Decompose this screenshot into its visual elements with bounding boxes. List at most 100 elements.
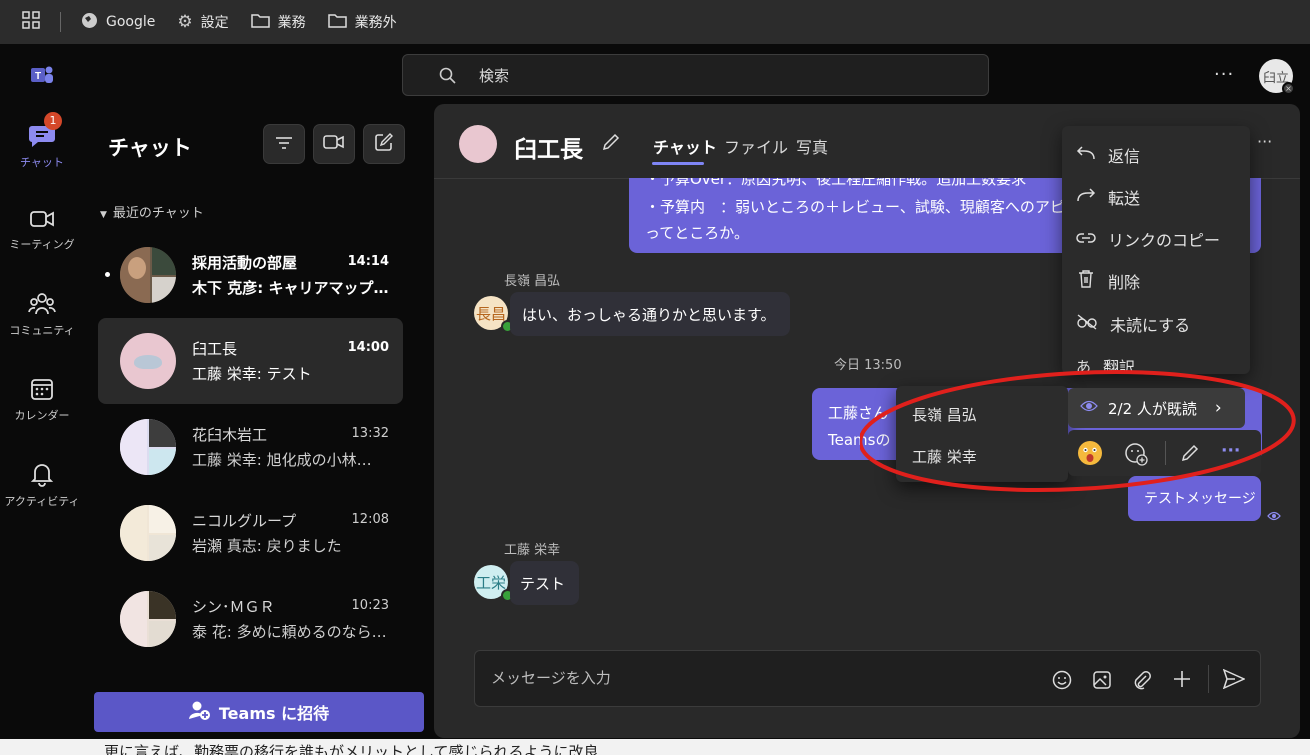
menu-item-copy-link[interactable]: リンクのコピー [1076,227,1220,251]
chat-list-item-selected[interactable]: 臼工長 14:00 工藤 栄幸: テスト [98,318,403,404]
group-avatar [120,333,176,389]
bookmark-label: Google [106,14,156,30]
tab-files[interactable]: ファイル [724,134,788,158]
calendar-icon [0,377,84,401]
more-options-icon[interactable]: ··· [1214,64,1234,85]
document-text: 更に言えば、勤務票の移行を誰もがメリットとして感じられるように改良 [104,743,599,755]
bookmark-label: 設定 [200,15,229,31]
search-icon [439,67,456,88]
tab-photos[interactable]: 写真 [796,134,828,158]
rail-meetings[interactable]: ミーティング [0,208,84,252]
chat-list-pane: チャット ▼ 最近のチャット 採用活動の部屋 14:14 木下 克彦: キャリアマ… [84,104,434,739]
chat-list-item[interactable]: シン･ＭＧＲ 10:23 泰 花: 多めに頼めるのなら… [98,576,403,662]
link-icon [1076,230,1096,249]
chat-preview: 木下 克彦: キャリアマップ… [192,279,389,297]
rail-calendar[interactable]: カレンダー [0,377,84,423]
message-composer[interactable]: メッセージを入力 [474,650,1261,707]
chat-name: シン･ＭＧＲ [192,598,275,616]
message-sender: 工藤 栄幸 [504,543,561,558]
group-avatar [120,247,176,303]
message-sender: 長嶺 昌弘 [504,274,561,289]
chat-name: 花臼木岩工 [192,426,268,444]
chat-bubble-icon: 1 [28,112,62,148]
seen-eye-icon [1267,506,1281,525]
bookmark-settings[interactable]: ⚙ 設定 [177,12,228,32]
video-camera-icon [323,134,345,154]
caret-down-icon: ▼ [100,210,107,220]
add-person-icon [188,700,211,724]
message-bubble-other[interactable]: テスト [510,561,580,605]
chat-list-item[interactable]: 花臼木岩工 13:32 工藤 栄幸: 旭化成の小林… [98,404,403,490]
chat-preview: 岩瀬 真志: 戻りました [192,537,342,555]
chat-time: 10:23 [351,598,389,613]
chat-preview: 泰 花: 多めに頼めるのなら… [192,623,387,641]
rail-label: チャット [20,156,64,169]
tab-chat[interactable]: チャット [653,134,717,158]
group-avatar [120,505,176,561]
chat-header-avatar [459,125,497,163]
globe-icon [81,12,98,33]
composer-divider [1208,665,1209,693]
rail-label: コミュニティ [9,324,75,337]
more-options-icon[interactable]: ··· [1257,132,1272,151]
teams-logo-icon: T [29,62,55,92]
active-tab-underline [652,162,704,165]
image-icon[interactable] [1092,670,1112,694]
bookmark-google[interactable]: Google [81,12,155,33]
compose-icon [375,133,393,155]
send-icon[interactable] [1222,668,1246,693]
message-line: ・予算内 ：弱いところの＋レビュー、試験、現顧客へのアピー [645,198,1080,216]
rail-label: ミーティング [9,238,75,251]
apps-grid-icon[interactable] [22,11,40,33]
menu-item-delete[interactable]: 削除 [1076,269,1140,293]
menu-item-reply[interactable]: 返信 [1076,143,1140,167]
chat-time: 14:14 [347,254,389,269]
group-avatar [120,591,176,647]
bookmark-label: 業務外 [354,15,397,31]
profile-avatar[interactable]: 臼立 × [1259,59,1295,95]
rail-chat[interactable]: 1 チャット [0,112,84,170]
chat-title: 臼工長 [514,137,583,163]
rail-community[interactable]: コミュニティ [0,292,84,338]
message-context-menu: 返信 転送 リンクのコピー 削除 未読にする あ翻訳 [1062,126,1250,374]
attach-icon[interactable] [1132,670,1152,694]
search-box[interactable]: 検索 [402,54,989,96]
gear-icon: ⚙ [177,12,193,32]
meet-now-button[interactable] [313,124,355,164]
video-camera-icon [0,208,84,230]
recent-chats-header[interactable]: ▼ 最近のチャット [100,202,204,221]
bookmarks-bar: Google ⚙ 設定 業務 業務外 [0,0,1310,44]
folder-icon [250,13,270,32]
chat-preview: 工藤 栄幸: 旭化成の小林… [192,451,372,469]
bookmark-folder-work[interactable]: 業務 [250,12,306,32]
message-bubble-other[interactable]: はい、おっしゃる通りかと思います。 [510,292,790,336]
chat-time: 14:00 [347,340,389,355]
unread-dot [105,272,110,277]
trash-icon [1076,269,1096,293]
menu-item-mark-unread[interactable]: 未読にする [1076,312,1190,336]
menu-item-forward[interactable]: 転送 [1076,185,1140,209]
compose-placeholder: メッセージを入力 [491,669,611,687]
rail-label: カレンダー [14,409,70,422]
search-placeholder: 検索 [479,66,510,85]
background-document: 更に言えば、勤務票の移行を誰もがメリットとして感じられるように改良 [0,739,1310,755]
unread-glasses-icon [1076,314,1098,334]
bookmark-folder-other[interactable]: 業務外 [327,12,397,32]
status-offline-icon: × [1282,82,1295,95]
filter-button[interactable] [263,124,305,164]
chat-list-item[interactable]: ニコルグループ 12:08 岩瀬 真志: 戻りました [98,490,403,576]
invite-to-teams-button[interactable]: Teams に招待 [94,692,424,732]
unread-badge: 1 [44,112,62,130]
edit-pencil-icon[interactable] [601,132,621,156]
message-line: ・予算Over：原因究明、後工程圧縮作戦。追加工数要求 [645,178,1027,188]
svg-text:T: T [35,71,41,82]
emoji-icon[interactable] [1052,670,1072,694]
invite-label: Teams に招待 [218,704,330,723]
new-chat-button[interactable] [363,124,405,164]
group-avatar [120,419,176,475]
chat-list-item[interactable]: 採用活動の部屋 14:14 木下 克彦: キャリアマップ… [98,232,403,318]
app-rail: T 1 チャット ミーティング コミュニティ カレンダー アクティビティ [0,44,84,739]
rail-activity[interactable]: アクティビティ [0,461,84,509]
chat-time: 12:08 [351,512,389,527]
plus-icon[interactable] [1172,669,1192,693]
